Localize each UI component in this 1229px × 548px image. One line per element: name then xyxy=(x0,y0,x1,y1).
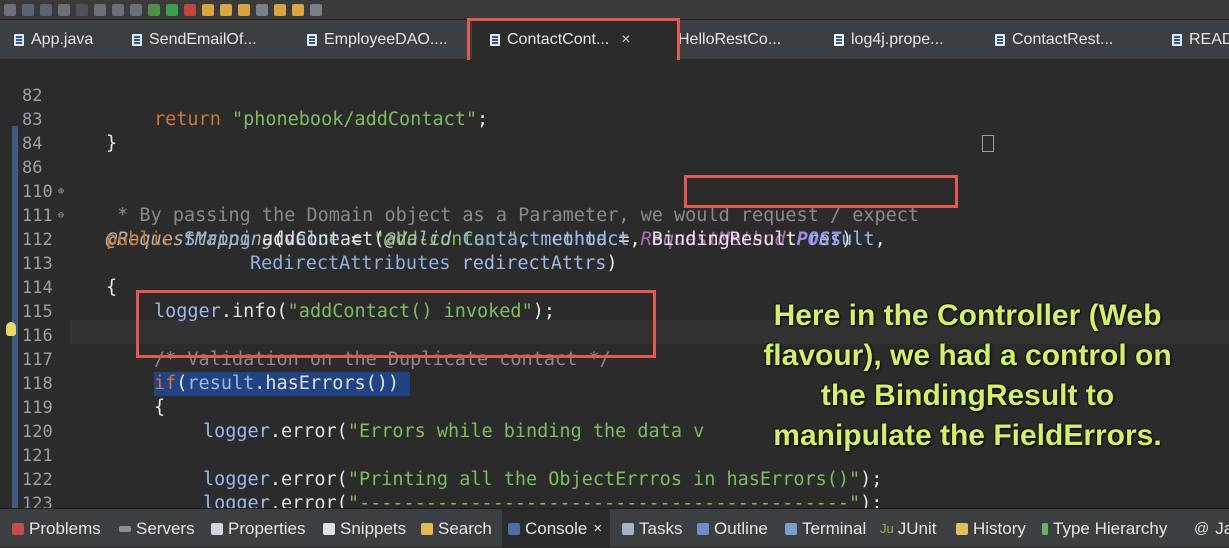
code-line-112: 112 RedirectAttributes redirectAttrs) xyxy=(22,230,618,274)
code-line-110: 110 ⊖ @RequestMapping(value = "add-conta… xyxy=(22,182,853,250)
save-all-icon[interactable] xyxy=(40,3,52,16)
tab-readme[interactable]: READ xyxy=(1172,20,1229,60)
java-file-icon xyxy=(307,34,317,46)
tab-log4j[interactable]: log4j.prope... xyxy=(834,20,944,60)
debug-icon[interactable] xyxy=(148,3,160,16)
tab-hello-rest[interactable]: HelloRestCo... xyxy=(678,20,781,60)
folded-comment-icon[interactable] xyxy=(982,135,994,152)
tab-servers[interactable]: Servers xyxy=(119,509,195,548)
tab-junit[interactable]: Ju JUnit xyxy=(880,509,936,548)
tab-app-java[interactable]: App.java xyxy=(14,20,93,60)
server-icon[interactable] xyxy=(130,3,142,16)
code-line-82: 82 return "phonebook/addContact"; xyxy=(22,86,489,130)
search-toolbar-icon[interactable] xyxy=(238,3,250,16)
new-class-icon[interactable] xyxy=(202,3,214,16)
code-editor[interactable]: 82 return "phonebook/addContact"; 83 } 8… xyxy=(0,60,1229,508)
tab-console[interactable]: Console × xyxy=(502,509,611,548)
java-file-icon xyxy=(132,34,142,46)
close-console-icon[interactable]: × xyxy=(593,520,602,537)
terminal-icon xyxy=(785,522,797,535)
build-icon[interactable] xyxy=(112,3,124,16)
tab-type-hierarchy[interactable]: Type Hierarchy xyxy=(1042,509,1167,548)
tab-search[interactable]: Search xyxy=(421,509,492,548)
close-tab-icon[interactable]: × xyxy=(621,31,630,49)
code-line-114: 114 logger.info("addContact() invoked"); xyxy=(22,278,555,322)
history-icon xyxy=(956,522,968,535)
code-line-83: 83 } xyxy=(22,110,118,154)
problems-icon xyxy=(12,522,24,535)
bottom-panel-tab-bar: Problems Servers Properties Snippets Sea… xyxy=(0,508,1229,548)
tab-contact-controller[interactable]: ContactCont... × xyxy=(472,20,677,60)
tab-contact-rest[interactable]: ContactRest... xyxy=(995,20,1113,60)
junit-icon: Ju xyxy=(880,521,894,536)
java-file-icon xyxy=(995,34,1005,46)
tab-history[interactable]: History xyxy=(956,509,1026,548)
save-icon[interactable] xyxy=(22,3,34,16)
code-line-111: 111 public String addContact(@Valid Cont… xyxy=(22,206,886,250)
javadoc-icon: @ xyxy=(1194,520,1210,537)
snippets-icon xyxy=(323,522,335,535)
code-line-124: 124 logger.error("----------------------… xyxy=(0,492,1229,508)
annotation-nav-icon[interactable] xyxy=(256,3,268,16)
console-icon xyxy=(508,522,520,535)
main-toolbar xyxy=(0,0,1229,20)
editor-tab-bar: App.java SendEmailOf... EmployeeDAO.... … xyxy=(0,20,1229,60)
tab-problems[interactable]: Problems xyxy=(12,509,101,548)
open-type-icon[interactable] xyxy=(220,3,232,16)
search-icon xyxy=(421,522,433,535)
tab-send-email[interactable]: SendEmailOf... xyxy=(132,20,257,60)
servers-icon xyxy=(119,525,131,532)
tab-properties[interactable]: Properties xyxy=(211,509,305,548)
code-line-113: 113 { xyxy=(22,254,118,298)
pin-icon[interactable] xyxy=(310,3,322,16)
binary-icon[interactable] xyxy=(76,3,88,16)
tab-employee-dao[interactable]: EmployeeDAO.... xyxy=(307,20,448,60)
print-icon[interactable] xyxy=(58,3,70,16)
external-tools-icon[interactable] xyxy=(184,3,196,16)
java-file-icon xyxy=(490,34,500,46)
code-line-123: 123 result.getAllErrors().stream().forEa… xyxy=(22,494,53,508)
outline-icon xyxy=(697,522,709,535)
tab-tasks[interactable]: Tasks xyxy=(622,509,682,548)
forward-icon[interactable] xyxy=(292,3,304,16)
file-icon xyxy=(1172,34,1182,46)
java-file-icon xyxy=(14,34,24,46)
code-line-84: 84 xyxy=(22,134,43,154)
annotation-callout: Here in the Controller (Web flavour), we… xyxy=(763,299,1172,452)
tasks-icon xyxy=(622,522,634,535)
tab-outline[interactable]: Outline xyxy=(697,509,768,548)
code-line-86: 86 ⊕ * By passing the Domain object as a… xyxy=(0,132,1229,226)
tab-terminal[interactable]: Terminal xyxy=(785,509,866,548)
run-icon[interactable] xyxy=(166,3,178,16)
properties-icon xyxy=(211,522,223,535)
tab-javadoc[interactable]: @ Ja xyxy=(1194,509,1229,548)
new-icon[interactable] xyxy=(4,3,16,16)
tab-snippets[interactable]: Snippets xyxy=(323,509,406,548)
skip-breakpoints-icon[interactable] xyxy=(94,3,106,16)
back-icon[interactable] xyxy=(274,3,286,16)
type-hierarchy-icon xyxy=(1042,522,1048,535)
properties-file-icon xyxy=(834,34,844,46)
